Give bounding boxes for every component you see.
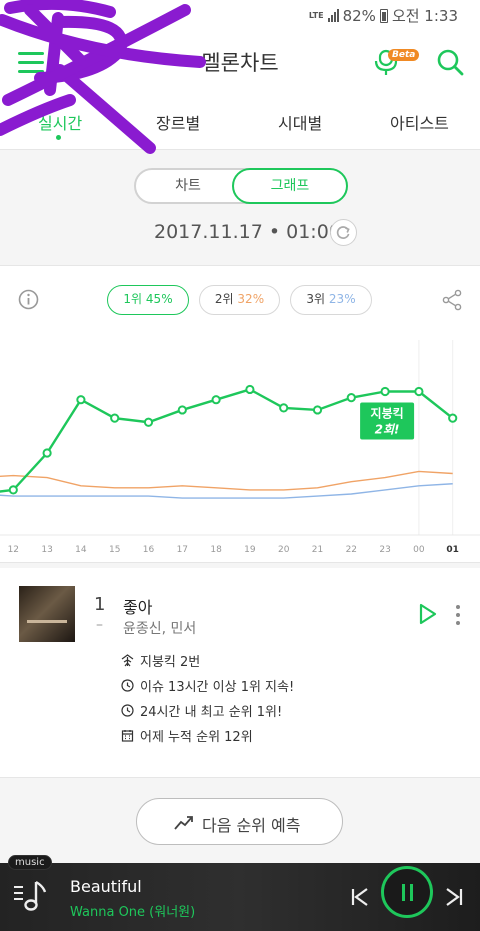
view-toggle: 차트 그래프 xyxy=(134,168,348,204)
series-1-point xyxy=(211,395,221,405)
x-tick-label: 16 xyxy=(143,545,155,555)
tab-era[interactable]: 시대별 xyxy=(278,110,322,134)
x-tick-label: 21 xyxy=(312,545,323,555)
album-art[interactable] xyxy=(19,586,75,642)
rooftop-kick-icon xyxy=(121,654,134,667)
legend-rank-3[interactable]: 3위 23% xyxy=(290,285,372,315)
series-1-point xyxy=(414,386,424,397)
song-artist[interactable]: 윤종신, 민서 xyxy=(123,618,196,638)
series-1-point xyxy=(110,413,120,423)
annotation-line-2: 2회! xyxy=(375,423,400,437)
x-tick-label: 00 xyxy=(413,545,425,555)
song-info-streak: 이슈 13시간 이상 1위 지속! xyxy=(121,676,294,695)
x-tick-label: 01 xyxy=(446,545,459,555)
network-type: LTE xyxy=(308,10,324,20)
info-icon[interactable] xyxy=(18,289,39,310)
tab-bar: 실시간 장르별 시대별 아티스트 xyxy=(0,92,480,150)
previous-track-icon[interactable] xyxy=(350,887,370,907)
clock-time: 오전 1:33 xyxy=(391,7,458,25)
trend-up-icon xyxy=(174,816,193,830)
info-text-3: 24시간 내 최고 순위 1위! xyxy=(140,705,283,720)
x-tick-label: 15 xyxy=(109,545,120,555)
series-1-point xyxy=(279,403,289,413)
status-indicators: LTE 82% 오전 1:33 xyxy=(309,5,458,26)
signal-icon xyxy=(327,9,339,22)
tab-genre[interactable]: 장르별 xyxy=(156,110,200,134)
series-line-3 xyxy=(0,483,453,499)
series-1-point xyxy=(76,395,86,405)
x-tick-label: 13 xyxy=(41,545,52,555)
x-tick-label: 18 xyxy=(210,545,222,555)
legend-rank-3-pct: 23% xyxy=(328,292,356,306)
x-tick-label: 14 xyxy=(75,545,87,555)
calendar-icon xyxy=(121,730,134,742)
info-text-2: 이슈 13시간 이상 1위 지속! xyxy=(140,680,295,695)
streak-icon xyxy=(121,679,134,692)
battery-percent: 82% xyxy=(342,6,376,25)
rank-number: 1 xyxy=(94,594,106,615)
player-artist[interactable]: Wanna One (워너원) xyxy=(70,901,195,920)
series-1-point xyxy=(8,485,18,495)
legend-rank-2[interactable]: 2위 32% xyxy=(199,285,280,315)
song-info-yesterday: 어제 누적 순위 12위 xyxy=(121,726,253,745)
graph-view-button[interactable]: 그래프 xyxy=(232,168,348,204)
song-info-best: 24시간 내 최고 순위 1위! xyxy=(121,701,282,720)
series-1-point xyxy=(448,413,458,423)
clock-icon xyxy=(121,704,134,717)
legend-rank-1-label: 1위 xyxy=(123,292,143,306)
chart-datetime: 2017.11.17 • 01:00 xyxy=(154,221,341,243)
share-icon[interactable] xyxy=(441,289,463,311)
series-1-point xyxy=(245,384,255,395)
predict-button-label: 다음 순위 예측 xyxy=(202,816,301,835)
active-tab-indicator xyxy=(56,135,61,140)
series-1-point xyxy=(143,417,154,427)
series-1-point xyxy=(312,405,323,415)
info-text-4: 어제 누적 순위 12위 xyxy=(140,730,253,745)
play-icon[interactable] xyxy=(419,603,437,625)
x-tick-label: 22 xyxy=(346,545,357,555)
tab-artist[interactable]: 아티스트 xyxy=(390,110,449,134)
player-song-title[interactable]: Beautiful xyxy=(70,877,142,896)
annotation-line-1: 지붕킥 xyxy=(371,406,404,421)
rank-change: – xyxy=(96,617,103,633)
song-info-rooftop: 지붕킥 2번 xyxy=(121,651,200,670)
song-title[interactable]: 좋아 xyxy=(123,594,152,618)
legend-rank-1-pct: 45% xyxy=(145,292,173,306)
x-tick-label: 19 xyxy=(244,545,256,555)
legend-rank-1[interactable]: 1위 45% xyxy=(107,285,189,315)
x-tick-label: 20 xyxy=(278,545,290,555)
music-note-icon[interactable] xyxy=(12,878,48,914)
music-badge: music xyxy=(8,855,52,870)
tab-realtime[interactable]: 실시간 xyxy=(38,110,82,134)
series-1-point xyxy=(177,405,187,415)
more-options-icon[interactable] xyxy=(455,604,461,626)
status-bar: LTE 82% 오전 1:33 xyxy=(0,0,480,30)
series-line-2 xyxy=(0,470,453,491)
pause-button[interactable] xyxy=(381,866,433,918)
next-track-icon[interactable] xyxy=(444,887,464,907)
series-1-point xyxy=(42,448,52,458)
series-1-point xyxy=(380,386,390,397)
x-tick-label: 17 xyxy=(177,545,188,555)
series-1-point xyxy=(346,393,356,403)
datetime-separator: • xyxy=(268,221,281,243)
x-tick-label: 12 xyxy=(8,545,19,555)
battery-icon xyxy=(379,8,388,23)
legend-rank-2-label: 2위 xyxy=(214,292,234,306)
rank-share-chart: 12 13 14 15 16 17 18 19 20 21 22 23 00 01 지붕킥 2회! xyxy=(0,340,480,555)
chart-date: 2017.11.17 xyxy=(154,221,263,243)
legend-rank-3-label: 3위 xyxy=(306,292,326,306)
x-tick-label: 23 xyxy=(379,545,390,555)
info-text-1: 지붕킥 2번 xyxy=(140,655,201,670)
chart-view-button[interactable]: 차트 xyxy=(136,170,240,202)
refresh-icon[interactable] xyxy=(330,219,357,246)
search-icon[interactable] xyxy=(436,48,464,76)
beta-badge: Beta xyxy=(388,49,420,61)
legend-rank-2-pct: 32% xyxy=(237,292,265,306)
